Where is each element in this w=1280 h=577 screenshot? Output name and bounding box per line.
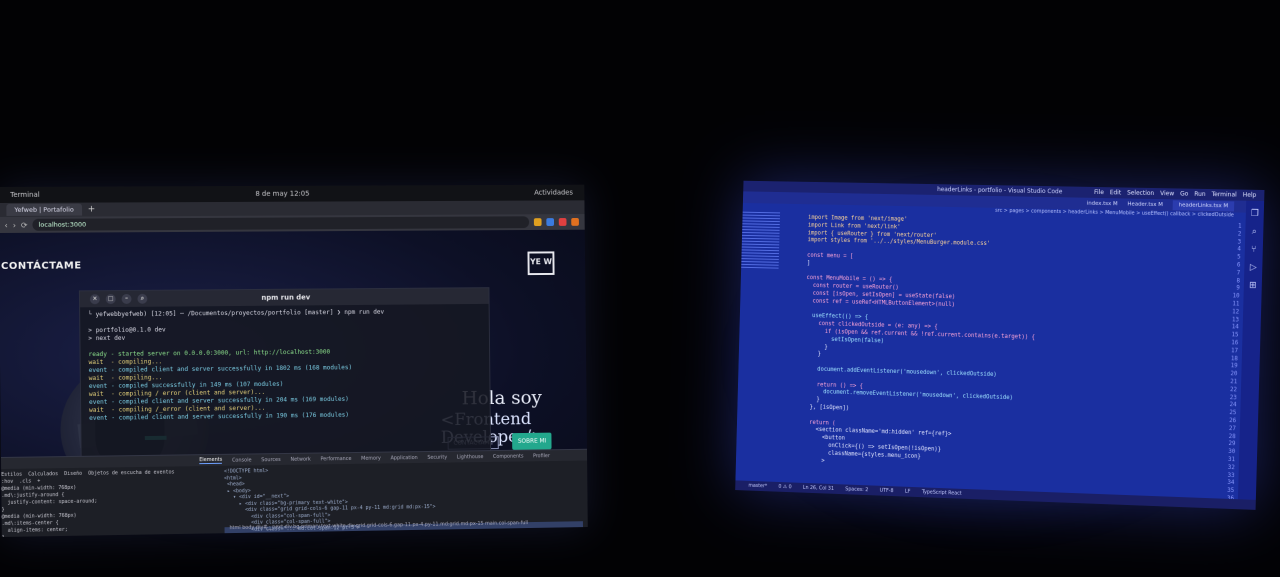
styles-pane: Estilos Calculados Diseño Objetos de esc… <box>1 469 220 537</box>
devtools-tab[interactable]: Elements <box>199 456 223 465</box>
forward-icon[interactable]: › <box>13 220 16 229</box>
window-title: headerLinks - portfolio - Visual Studio … <box>937 186 1063 196</box>
about-button[interactable]: SOBRE MI <box>512 432 553 450</box>
devtools-tab[interactable]: Network <box>290 456 310 462</box>
activities-button[interactable]: Actividades <box>534 189 573 197</box>
devtools-panel: Elements Console Sources Network Performance… <box>0 448 588 537</box>
menu-item[interactable]: Help <box>1243 192 1257 199</box>
devtools-tab[interactable]: Console <box>232 457 252 463</box>
status-item[interactable]: TypeScript React <box>922 489 962 496</box>
extensions-icon[interactable]: ⊞ <box>1244 281 1262 291</box>
reload-icon[interactable]: ⟳ <box>21 220 28 229</box>
status-item[interactable]: UTF-8 <box>880 488 894 494</box>
nav-contact-link[interactable]: CONTÁCTAME <box>1 260 82 272</box>
portfolio-page: CONTÁCTAME YE W Hola soy <Frontend Devel… <box>0 229 588 537</box>
browser-tab[interactable]: Yefweb | Portafolio <box>6 203 82 216</box>
dom-node: ▸ <div class="h-full w-full ..."></div> <box>225 533 583 537</box>
terminal-app-label[interactable]: Terminal <box>10 191 40 199</box>
editor-tab[interactable]: index.tsx M <box>1087 201 1118 208</box>
minimize-icon[interactable]: – <box>121 293 132 304</box>
styles-tab[interactable]: Calculados <box>28 471 64 477</box>
explorer-icon[interactable]: ❐ <box>1246 209 1264 219</box>
devtools-tab[interactable]: Profiler <box>533 453 550 459</box>
site-logo[interactable]: YE W <box>527 251 555 276</box>
terminal-output: └ yefwebbyefweb) [12:05] ─ /Documentos/p… <box>80 304 490 427</box>
styles-tab[interactable]: Objetos de escucha de eventos <box>88 469 180 476</box>
status-item[interactable]: 0 ⚠ 0 <box>778 484 791 490</box>
menu-bar: File Edit Selection View Go Run Terminal Help <box>1094 189 1256 199</box>
extension-icon[interactable] <box>533 218 542 227</box>
terminal-title: npm run dev <box>261 293 311 302</box>
back-icon[interactable]: ‹ <box>5 220 8 229</box>
editor-tab[interactable]: Header.tsx M <box>1127 201 1163 208</box>
clock[interactable]: 8 de may 12:05 <box>255 190 309 198</box>
left-monitor: Terminal 8 de may 12:05 Actividades Yefw… <box>0 184 588 537</box>
status-item[interactable]: Spaces: 2 <box>845 486 868 493</box>
run-debug-icon[interactable]: ▷ <box>1244 263 1262 273</box>
code-editor[interactable]: import Image from 'next/image' import Lin… <box>801 215 1213 479</box>
devtools-tab[interactable]: Lighthouse <box>457 454 484 460</box>
maximize-icon[interactable]: □ <box>105 294 116 305</box>
close-icon[interactable]: × <box>89 294 100 305</box>
styles-tab[interactable]: Diseño <box>64 471 88 477</box>
menu-item[interactable]: Selection <box>1127 190 1154 197</box>
url-field[interactable]: localhost:3000 <box>32 216 530 231</box>
devtools-tab[interactable]: Security <box>427 454 447 460</box>
menu-item[interactable]: View <box>1160 190 1174 197</box>
devtools-tab[interactable]: Performance <box>321 456 352 462</box>
status-bar: master* 0 ⚠ 0 Ln 26, Col 31 Spaces: 2 UTF-8 L… <box>735 480 1265 510</box>
extension-icon[interactable] <box>558 218 567 226</box>
extension-icon[interactable] <box>546 218 555 226</box>
devtools-tab[interactable]: Memory <box>361 455 381 461</box>
status-item[interactable]: LF <box>905 489 911 495</box>
search-icon[interactable]: ⌕ <box>1245 227 1263 237</box>
devtools-tab[interactable]: Sources <box>261 457 280 463</box>
styles-tab[interactable]: Estilos <box>1 472 28 478</box>
new-tab-icon[interactable]: + <box>88 205 96 215</box>
right-monitor: headerLinks - portfolio - Visual Studio … <box>735 180 1265 510</box>
menu-item[interactable]: File <box>1094 189 1104 196</box>
activity-bar: ❐ ⌕ ⑂ ▷ ⊞ <box>1237 200 1265 510</box>
menu-item[interactable]: Edit <box>1110 189 1122 196</box>
editor-tab[interactable]: headerLinks.tsx M <box>1172 200 1235 212</box>
menu-item[interactable]: Go <box>1180 191 1188 198</box>
source-control-icon[interactable]: ⑂ <box>1245 245 1263 255</box>
devtools-tab[interactable]: Application <box>391 455 418 461</box>
brave-shield-icon[interactable] <box>571 217 579 226</box>
menu-item[interactable]: Run <box>1194 191 1206 198</box>
search-icon[interactable]: ⌕ <box>137 293 148 304</box>
status-item[interactable]: Ln 26, Col 31 <box>803 485 834 492</box>
minimap[interactable] <box>741 211 781 271</box>
line-numbers: 1 2 3 4 5 6 7 8 9 10 11 12 13 14 15 16 1… <box>1227 223 1242 510</box>
status-item[interactable]: master* <box>748 483 767 490</box>
menu-item[interactable]: Terminal <box>1211 191 1236 198</box>
devtools-tab[interactable]: Components <box>493 453 523 459</box>
